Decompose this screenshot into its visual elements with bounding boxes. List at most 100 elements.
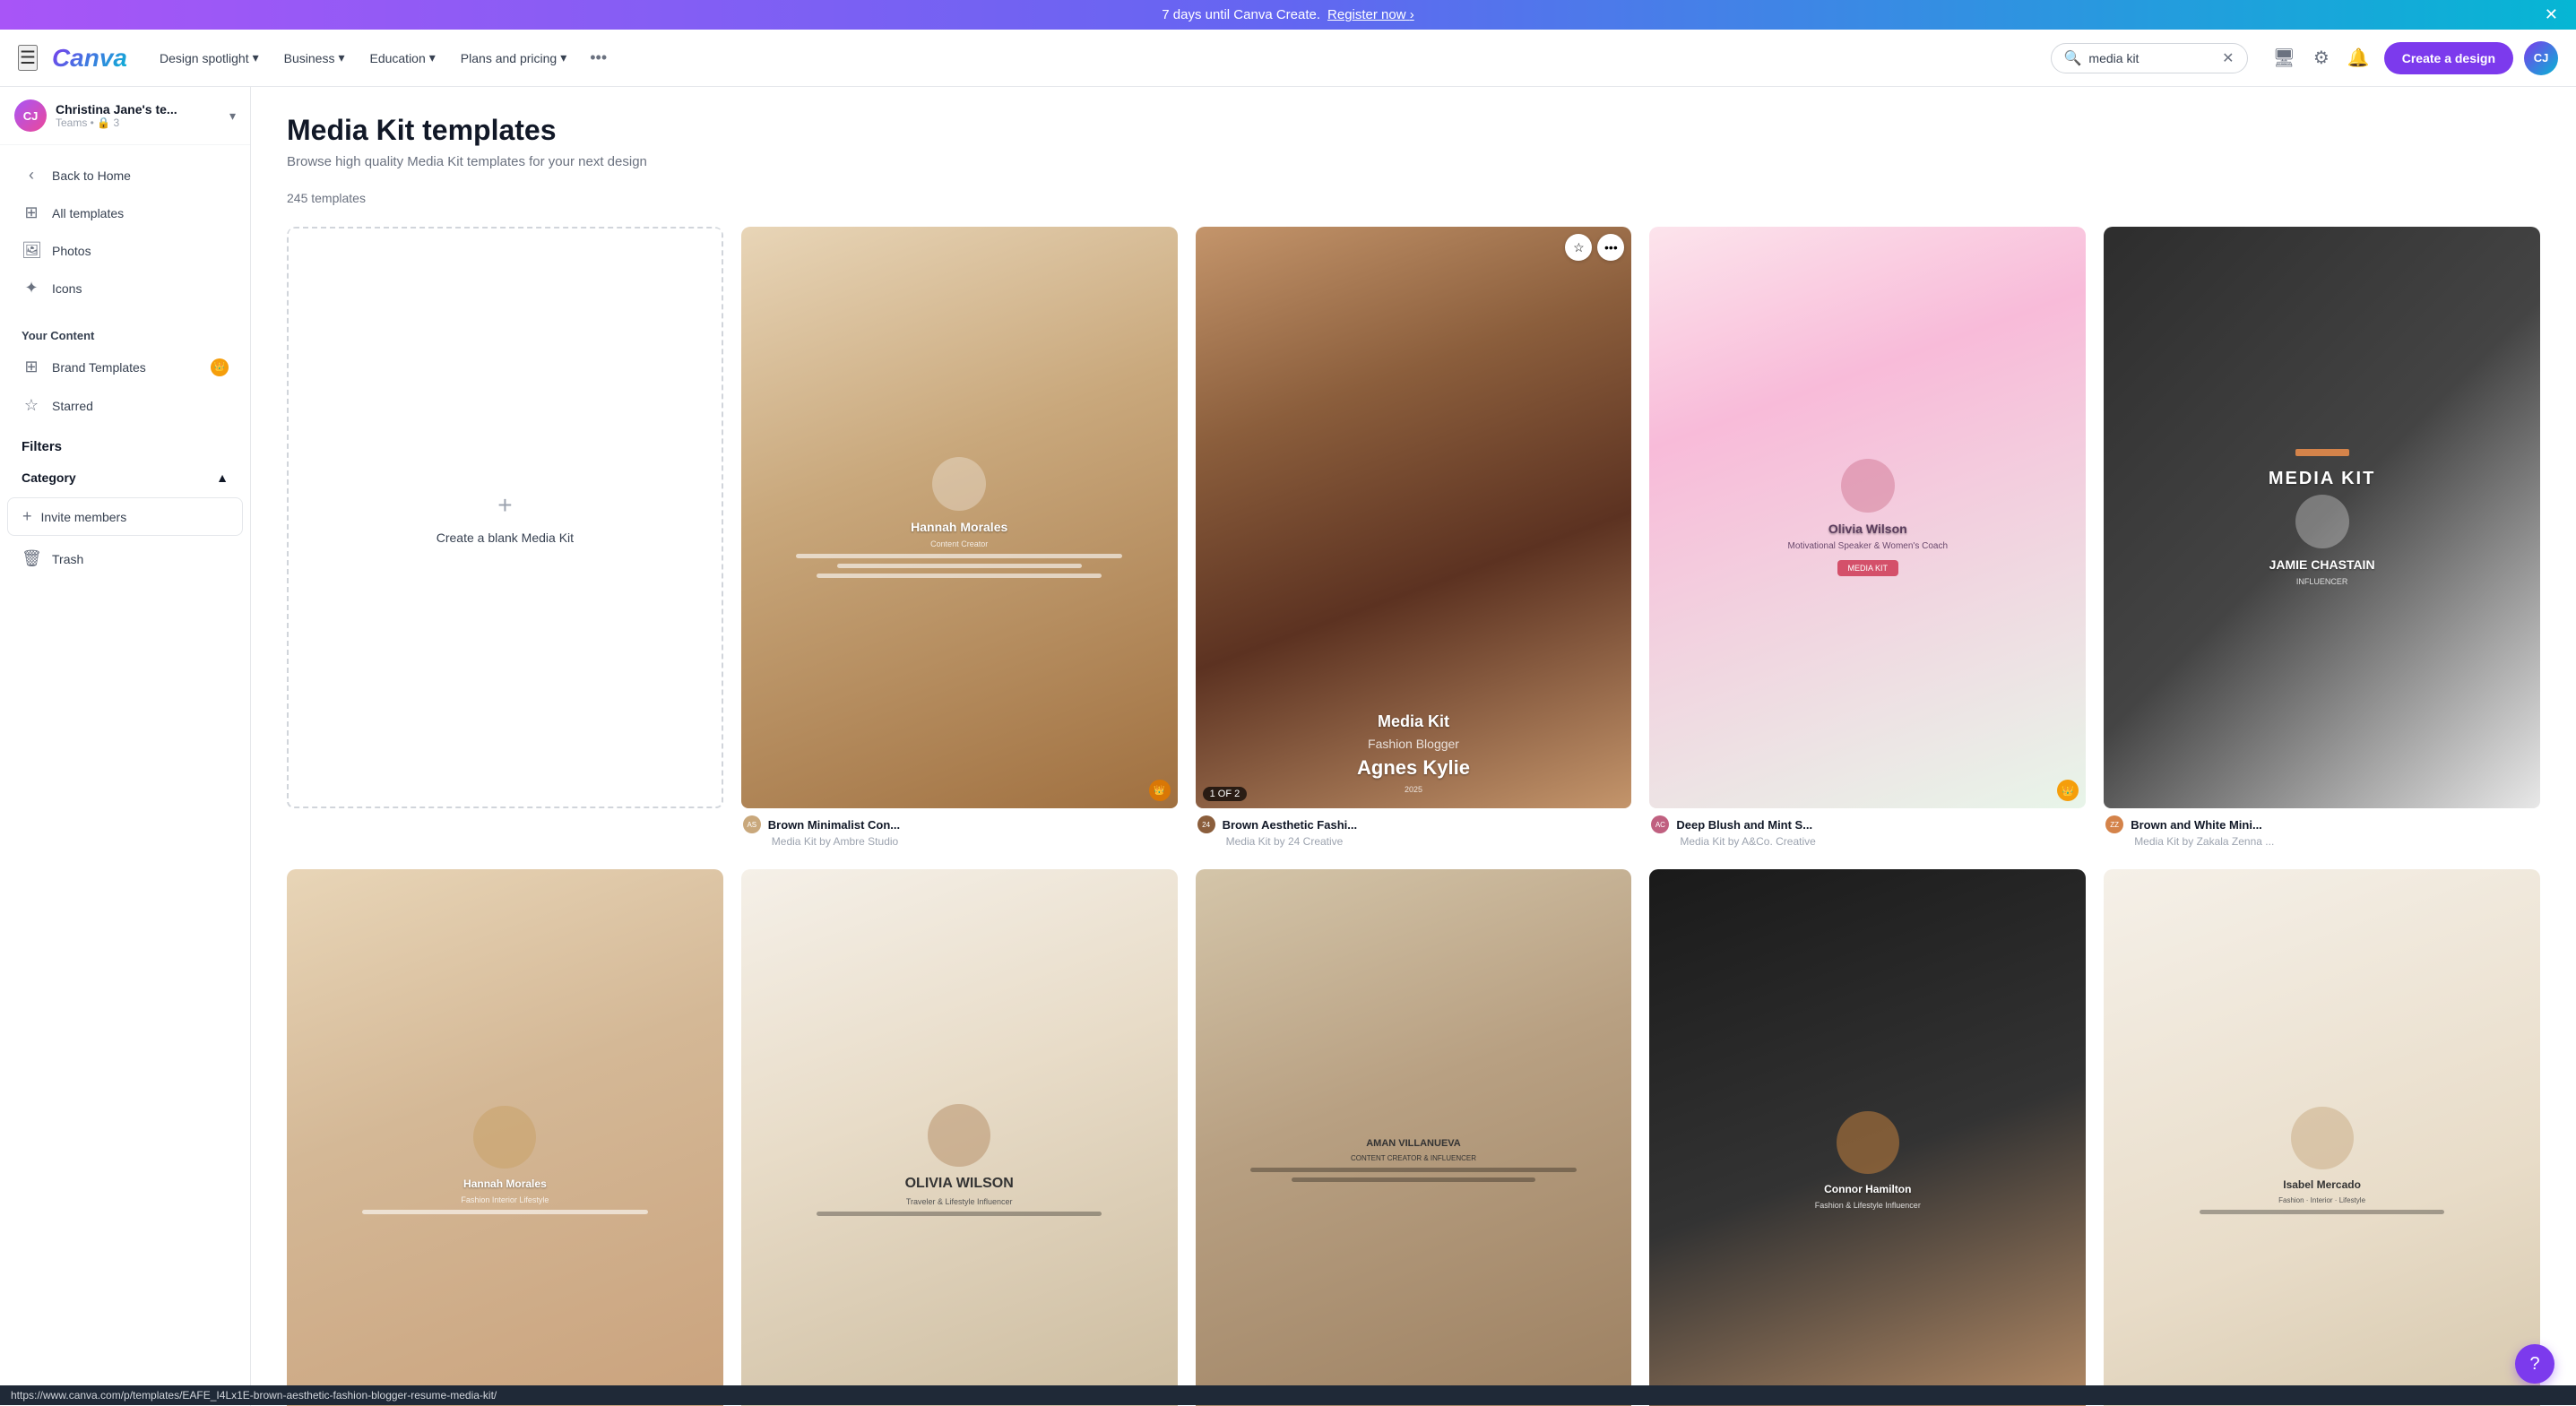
template-grid-row2: Hannah Morales Fashion Interior Lifestyl… bbox=[287, 869, 2540, 1406]
back-to-home-button[interactable]: ‹ Back to Home bbox=[7, 157, 243, 194]
nav-plans-pricing[interactable]: Plans and pricing ▾ bbox=[450, 45, 577, 71]
template-card-deep-blush[interactable]: Olivia Wilson Motivational Speaker & Wom… bbox=[1649, 227, 2086, 851]
sidebar-item-photos[interactable]: 🖼 Photos bbox=[7, 232, 243, 269]
page-subtitle: Browse high quality Media Kit templates … bbox=[287, 154, 2540, 169]
sidebar-item-starred[interactable]: ☆ Starred bbox=[7, 387, 243, 424]
brand-templates-icon: ⊞ bbox=[22, 358, 41, 376]
blank-template-card[interactable]: + Create a blank Media Kit bbox=[287, 227, 723, 851]
creator-avatar: 24 bbox=[1197, 815, 1215, 833]
card-overlay: ☆ ••• bbox=[1565, 234, 1624, 261]
display-icon[interactable]: 🖥 bbox=[2269, 43, 2299, 73]
chevron-down-icon: ▾ bbox=[229, 108, 236, 124]
blank-card-label: Create a blank Media Kit bbox=[437, 530, 574, 545]
template-card-row2-5[interactable]: Isabel Mercado Fashion · Interior · Life… bbox=[2104, 869, 2540, 1406]
template-card-info: ZZ Brown and White Mini... Media Kit by … bbox=[2104, 808, 2540, 851]
gold-crown-badge: 👑 bbox=[1149, 780, 1171, 801]
banner-text: 7 days until Canva Create. bbox=[1162, 7, 1320, 22]
menu-toggle-button[interactable]: ☰ bbox=[18, 45, 38, 71]
template-card-row2-4[interactable]: Connor Hamilton Fashion & Lifestyle Infl… bbox=[1649, 869, 2086, 1406]
template-card-image: Hannah Morales Fashion Interior Lifestyl… bbox=[287, 869, 723, 1406]
template-meta: Media Kit by 24 Creative bbox=[1197, 835, 1630, 848]
chevron-down-icon: ▾ bbox=[429, 50, 436, 65]
avatar[interactable]: CJ bbox=[2524, 41, 2558, 75]
workspace-avatar: CJ bbox=[14, 99, 47, 132]
chevron-down-icon: ▾ bbox=[338, 50, 344, 65]
help-button[interactable]: ? bbox=[2515, 1344, 2554, 1384]
chevron-up-icon: ▲ bbox=[216, 470, 229, 485]
nav-business[interactable]: Business ▾ bbox=[273, 45, 356, 71]
template-card-image: OLIVIA WILSON Traveler & Lifestyle Influ… bbox=[741, 869, 1178, 1406]
creator-avatar: ZZ bbox=[2105, 815, 2123, 833]
template-card-brown-aesthetic[interactable]: Media Kit Fashion Blogger Agnes Kylie 20… bbox=[1196, 227, 1632, 851]
search-clear-button[interactable]: ✕ bbox=[2222, 49, 2234, 67]
page-title: Media Kit templates bbox=[287, 114, 2540, 147]
template-card-image: Olivia Wilson Motivational Speaker & Wom… bbox=[1649, 227, 2086, 808]
category-filter-header[interactable]: Category ▲ bbox=[0, 461, 250, 494]
template-title: Brown Minimalist Con... bbox=[768, 818, 900, 832]
template-card-info: 24 Brown Aesthetic Fashi... Media Kit by… bbox=[1196, 808, 1632, 851]
your-content-label: Your Content bbox=[0, 318, 250, 348]
status-bar: https://www.canva.com/p/templates/EAFE_I… bbox=[0, 1385, 2576, 1405]
template-title: Brown and White Mini... bbox=[2131, 818, 2262, 832]
banner-link[interactable]: Register now › bbox=[1327, 7, 1414, 22]
template-card-row2-2[interactable]: OLIVIA WILSON Traveler & Lifestyle Influ… bbox=[741, 869, 1178, 1406]
grid-icon: ⊞ bbox=[22, 203, 41, 222]
template-card-row2-1[interactable]: Hannah Morales Fashion Interior Lifestyl… bbox=[287, 869, 723, 1406]
canva-logo[interactable]: Canva bbox=[52, 44, 127, 73]
star-button[interactable]: ☆ bbox=[1565, 234, 1592, 261]
banner-close-button[interactable]: ✕ bbox=[2545, 5, 2558, 24]
sidebar-item-icons[interactable]: ✦ Icons bbox=[7, 270, 243, 306]
sidebar-item-brand-templates[interactable]: ⊞ Brand Templates 👑 bbox=[7, 349, 243, 385]
plus-icon: + bbox=[22, 507, 32, 526]
invite-members-button[interactable]: + Invite members bbox=[7, 497, 243, 536]
template-card-image: AMAN VILLANUEVA CONTENT CREATOR & INFLUE… bbox=[1196, 869, 1632, 1406]
search-bar: 🔍 ✕ bbox=[2051, 43, 2248, 73]
icons-icon: ✦ bbox=[22, 279, 41, 298]
template-title: Deep Blush and Mint S... bbox=[1676, 818, 1812, 832]
template-card-image: Isabel Mercado Fashion · Interior · Life… bbox=[2104, 869, 2540, 1406]
blank-card-image: + Create a blank Media Kit bbox=[287, 227, 723, 808]
search-icon: 🔍 bbox=[2064, 49, 2082, 67]
template-card-image: Connor Hamilton Fashion & Lifestyle Infl… bbox=[1649, 869, 2086, 1406]
plus-icon: + bbox=[497, 491, 512, 520]
header: ☰ Canva Design spotlight ▾ Business ▾ Ed… bbox=[0, 30, 2576, 87]
nav-education[interactable]: Education ▾ bbox=[359, 45, 445, 71]
main-nav: Design spotlight ▾ Business ▾ Education … bbox=[149, 43, 2036, 73]
crown-badge: 👑 bbox=[211, 358, 229, 376]
main-layout: CJ Christina Jane's te... Teams • 🔒 3 ▾ … bbox=[0, 87, 2576, 1406]
header-actions: 🖥 ⚙ 🔔 Create a design CJ bbox=[2269, 41, 2559, 75]
top-banner: 7 days until Canva Create. Register now … bbox=[0, 0, 2576, 30]
pagination-badge: 1 OF 2 bbox=[1203, 787, 1248, 801]
search-input[interactable] bbox=[2088, 51, 2215, 65]
template-card-brown-minimalist[interactable]: Hannah Morales Content Creator 👑 AS Brow… bbox=[741, 227, 1178, 851]
workspace-selector[interactable]: CJ Christina Jane's te... Teams • 🔒 3 ▾ bbox=[0, 87, 250, 145]
sidebar-navigation: ‹ Back to Home ⊞ All templates 🖼 Photos … bbox=[0, 145, 250, 318]
template-card-row2-3[interactable]: AMAN VILLANUEVA CONTENT CREATOR & INFLUE… bbox=[1196, 869, 1632, 1406]
template-grid: + Create a blank Media Kit Hannah Morale… bbox=[287, 227, 2540, 851]
chevron-down-icon: ▾ bbox=[253, 50, 259, 65]
nav-more-button[interactable]: ••• bbox=[581, 43, 616, 73]
settings-icon[interactable]: ⚙ bbox=[2310, 43, 2333, 73]
star-icon: ☆ bbox=[22, 396, 41, 415]
template-card-image: Hannah Morales Content Creator 👑 bbox=[741, 227, 1178, 808]
template-meta: Media Kit by Ambre Studio bbox=[743, 835, 1176, 848]
template-card-info: AS Brown Minimalist Con... Media Kit by … bbox=[741, 808, 1178, 851]
template-card-brown-white[interactable]: MEDIA KIT JAMIE CHASTAIN INFLUENCER ZZ B… bbox=[2104, 227, 2540, 851]
sidebar-item-trash[interactable]: 🗑 Trash bbox=[7, 540, 243, 577]
create-design-button[interactable]: Create a design bbox=[2384, 42, 2513, 74]
template-card-info: AC Deep Blush and Mint S... Media Kit by… bbox=[1649, 808, 2086, 851]
back-icon: ‹ bbox=[22, 166, 41, 185]
more-options-button[interactable]: ••• bbox=[1597, 234, 1624, 261]
template-meta: Media Kit by A&Co. Creative bbox=[1651, 835, 2084, 848]
nav-design-spotlight[interactable]: Design spotlight ▾ bbox=[149, 45, 270, 71]
content-area: Media Kit templates Browse high quality … bbox=[251, 87, 2576, 1406]
creator-avatar: AS bbox=[743, 815, 761, 833]
template-meta: Media Kit by Zakala Zenna ... bbox=[2105, 835, 2538, 848]
sidebar: CJ Christina Jane's te... Teams • 🔒 3 ▾ … bbox=[0, 87, 251, 1406]
notifications-icon[interactable]: 🔔 bbox=[2344, 43, 2373, 73]
chevron-down-icon: ▾ bbox=[560, 50, 566, 65]
creator-avatar: AC bbox=[1651, 815, 1669, 833]
sidebar-item-all-templates[interactable]: ⊞ All templates bbox=[7, 194, 243, 231]
filters-label: Filters bbox=[0, 425, 250, 461]
template-count: 245 templates bbox=[287, 191, 2540, 205]
